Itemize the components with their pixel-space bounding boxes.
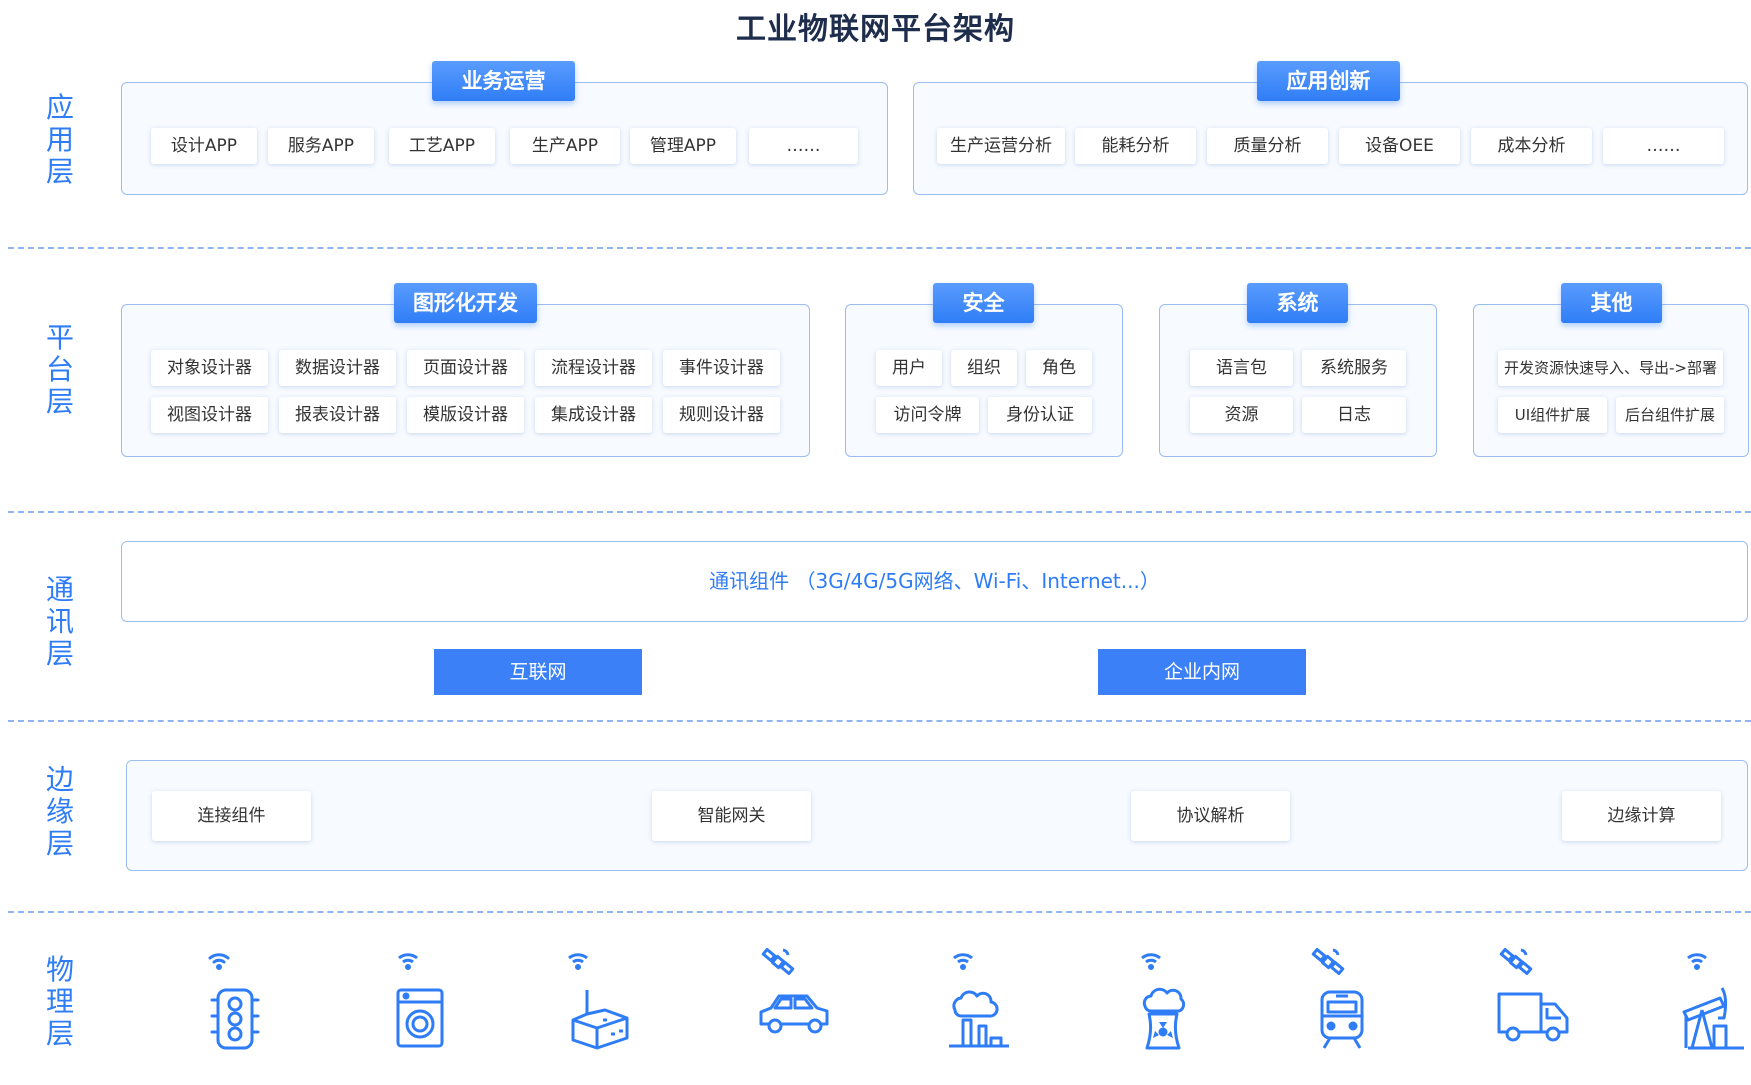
internet-button[interactable]: 互联网 — [434, 649, 642, 695]
system-chip-lang[interactable]: 语言包 — [1190, 350, 1293, 386]
innov-chip-quality[interactable]: 质量分析 — [1207, 128, 1328, 164]
layer-divider — [8, 247, 1751, 249]
security-chip-user[interactable]: 用户 — [876, 350, 942, 386]
wifi-icon — [1687, 953, 1707, 970]
wifi-icon — [568, 953, 588, 970]
page-title: 工业物联网平台架构 — [736, 12, 1015, 47]
truck-icon — [1495, 940, 1575, 1050]
other-chip-ui-ext[interactable]: UI组件扩展 — [1498, 397, 1607, 433]
factory-icon — [565, 948, 635, 1058]
layer-label-physical: 物理层 — [45, 953, 74, 1050]
security-header: 安全 — [933, 283, 1034, 323]
layer-divider — [8, 511, 1751, 513]
wifi-icon — [1141, 953, 1161, 970]
layer-label-comm: 通讯层 — [45, 573, 74, 670]
car-icon — [755, 940, 835, 1050]
dev-chip[interactable]: 报表设计器 — [279, 397, 396, 433]
dev-chip[interactable]: 对象设计器 — [151, 350, 268, 386]
innov-chip-ops-analysis[interactable]: 生产运营分析 — [937, 128, 1065, 164]
edge-chip-protocol[interactable]: 协议解析 — [1131, 791, 1290, 841]
system-chip-resource[interactable]: 资源 — [1190, 397, 1293, 433]
innov-chip-energy[interactable]: 能耗分析 — [1075, 128, 1196, 164]
ops-header: 业务运营 — [432, 61, 575, 101]
wifi-icon — [208, 953, 230, 970]
layer-divider — [8, 911, 1751, 913]
dev-chip[interactable]: 集成设计器 — [535, 397, 652, 433]
satellite-icon — [761, 947, 795, 976]
other-chip-import-export[interactable]: 开发资源快速导入、导出->部署 — [1498, 350, 1723, 386]
dev-chip[interactable]: 页面设计器 — [407, 350, 524, 386]
innov-chip-cost[interactable]: 成本分析 — [1471, 128, 1592, 164]
app-chip-production[interactable]: 生产APP — [510, 128, 620, 164]
satellite-icon — [1499, 947, 1533, 976]
wifi-icon — [398, 953, 418, 970]
system-header: 系统 — [1247, 283, 1348, 323]
industrial-plant-icon — [945, 948, 1015, 1058]
dev-chip[interactable]: 数据设计器 — [279, 350, 396, 386]
app-chip-service[interactable]: 服务APP — [268, 128, 374, 164]
layer-divider — [8, 720, 1751, 722]
dev-chip[interactable]: 模版设计器 — [407, 397, 524, 433]
app-chip-more[interactable]: …… — [749, 128, 858, 164]
innov-chip-more[interactable]: …… — [1603, 128, 1724, 164]
security-chip-role[interactable]: 角色 — [1026, 350, 1092, 386]
app-chip-management[interactable]: 管理APP — [630, 128, 736, 164]
edge-group — [126, 760, 1748, 871]
system-chip-log[interactable]: 日志 — [1302, 397, 1406, 433]
other-header: 其他 — [1561, 283, 1662, 323]
intranet-button[interactable]: 企业内网 — [1098, 649, 1306, 695]
nuclear-plant-icon — [1133, 948, 1203, 1058]
edge-chip-gateway[interactable]: 智能网关 — [652, 791, 811, 841]
other-chip-backend-ext[interactable]: 后台组件扩展 — [1616, 397, 1724, 433]
dev-chip[interactable]: 事件设计器 — [663, 350, 780, 386]
comm-component-bar: 通讯组件 （3G/4G/5G网络、Wi-Fi、Internet...） — [121, 541, 1748, 622]
security-chip-token[interactable]: 访问令牌 — [876, 397, 979, 433]
innov-header: 应用创新 — [1257, 61, 1400, 101]
security-chip-org[interactable]: 组织 — [951, 350, 1017, 386]
traffic-light-icon — [200, 948, 270, 1058]
app-chip-process[interactable]: 工艺APP — [389, 128, 495, 164]
edge-chip-computing[interactable]: 边缘计算 — [1562, 791, 1721, 841]
washing-machine-icon — [385, 948, 455, 1058]
layer-label-edge: 边缘层 — [45, 763, 74, 860]
app-chip-design[interactable]: 设计APP — [151, 128, 257, 164]
dev-chip[interactable]: 流程设计器 — [535, 350, 652, 386]
dev-chip[interactable]: 视图设计器 — [151, 397, 268, 433]
satellite-icon — [1311, 947, 1345, 976]
layer-label-platform: 平台层 — [45, 321, 74, 418]
wifi-icon — [953, 953, 973, 970]
layer-label-app: 应用层 — [45, 91, 74, 188]
oil-pump-icon — [1680, 948, 1750, 1058]
innov-chip-oee[interactable]: 设备OEE — [1339, 128, 1460, 164]
dev-chip[interactable]: 规则设计器 — [663, 397, 780, 433]
dev-header: 图形化开发 — [394, 283, 537, 323]
system-chip-service[interactable]: 系统服务 — [1302, 350, 1406, 386]
security-chip-auth[interactable]: 身份认证 — [988, 397, 1092, 433]
edge-chip-connect[interactable]: 连接组件 — [152, 791, 311, 841]
train-icon — [1310, 940, 1380, 1050]
